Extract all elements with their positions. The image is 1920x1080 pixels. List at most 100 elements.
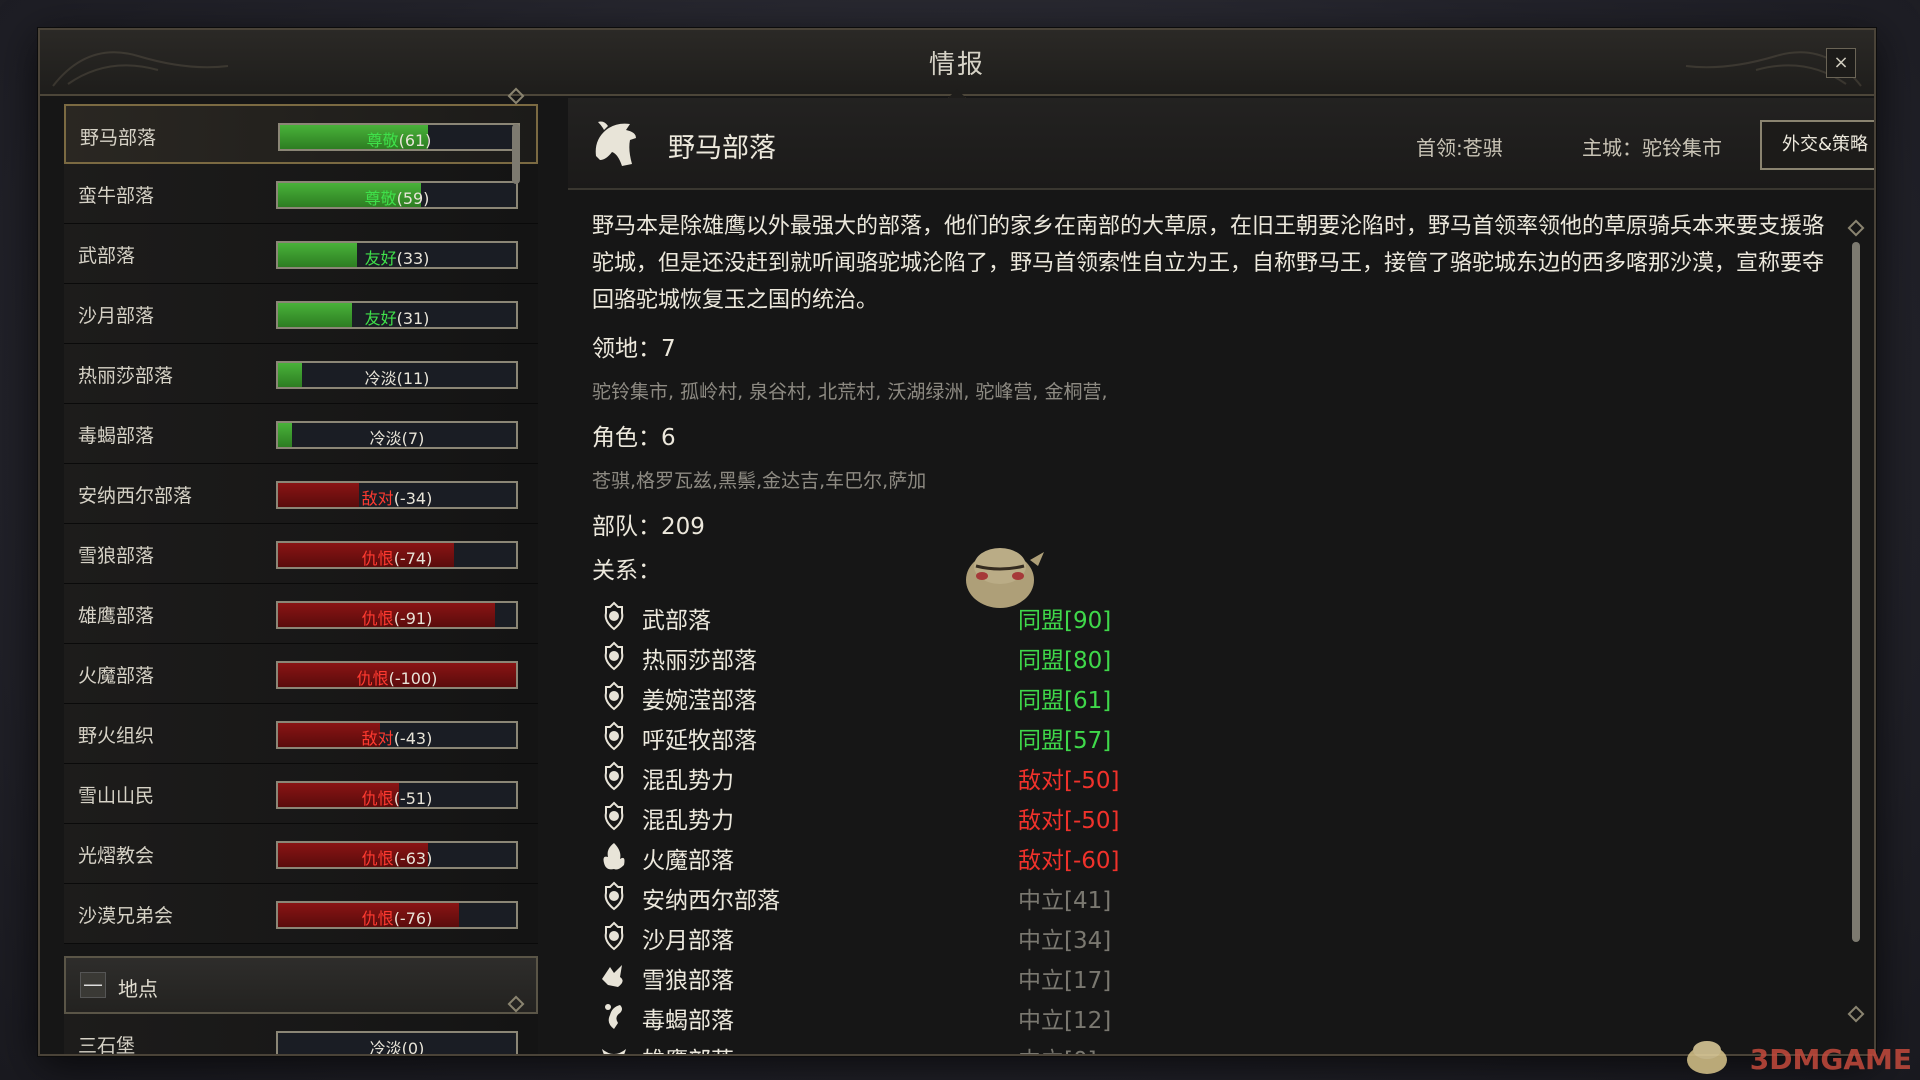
character-list: 苍骐,格罗瓦兹,黑鬃,金达吉,车巴尔,萨加 xyxy=(592,470,927,492)
tribe-name: 沙漠兄弟会 xyxy=(78,905,174,927)
scroll-thumb[interactable] xyxy=(512,124,520,184)
tribe-row[interactable]: 热丽莎部落 冷淡(11) xyxy=(64,344,538,404)
close-button[interactable]: × xyxy=(1826,48,1856,78)
diplomacy-strategy-button[interactable]: 外交&策略 xyxy=(1760,120,1874,170)
tribe-row[interactable]: 沙漠兄弟会 仇恨(-76) xyxy=(64,884,538,944)
relation-value: (-34) xyxy=(393,489,433,508)
scroll-down-icon[interactable] xyxy=(507,995,525,1013)
relations-list: 武部落 同盟[90] 热丽莎部落 同盟[80] 姜婉滢部落 同盟[61] 呼延牧部落 同盟[5… xyxy=(592,597,1832,1054)
relation-value: (31) xyxy=(396,309,430,328)
tribe-name: 安纳西尔部落 xyxy=(78,485,193,507)
relation-value: (7) xyxy=(401,429,425,448)
relation-standing: 中立[34] xyxy=(1018,928,1112,954)
relation-value: (-43) xyxy=(393,729,433,748)
relation-label: 仇恨(-74) xyxy=(278,545,516,569)
scorpion-icon xyxy=(605,1004,622,1029)
relation-bar: 敌对(-43) xyxy=(276,721,518,749)
tribe-name: 雪狼部落 xyxy=(78,545,155,567)
tribe-row[interactable]: 安纳西尔部落 敌对(-34) xyxy=(64,464,538,524)
watermark-bird-icon xyxy=(1687,1041,1727,1074)
territory-count: 领地：7 xyxy=(592,336,676,362)
tribe-name: 雪山山民 xyxy=(78,785,155,807)
tribe-crest-icon xyxy=(604,881,624,911)
tribe-row[interactable]: 光熠教会 仇恨(-63) xyxy=(64,824,538,884)
tribe-crest-icon xyxy=(604,641,624,671)
relation-status: 仇恨 xyxy=(361,609,394,628)
tribe-crest-icon xyxy=(604,721,624,751)
relation-label: 冷淡(7) xyxy=(278,425,516,449)
tribe-name: 热丽莎部落 xyxy=(78,365,174,387)
tribe-row[interactable]: 野火组织 敌对(-43) xyxy=(64,704,538,764)
tribe-row[interactable]: 武部落 友好(33) xyxy=(64,224,538,284)
scroll-down-icon[interactable] xyxy=(1847,1005,1865,1023)
relation-tribe-name: 火魔部落 xyxy=(642,848,734,874)
relation-tribe-name: 雄鹰部落 xyxy=(642,1041,734,1054)
tribe-description: 野马本是除雄鹰以外最强大的部落，他们的家乡在南部的大草原，在旧王朝要沦陷时，野马… xyxy=(592,214,1825,313)
relation-label: 友好(31) xyxy=(278,305,516,329)
tribe-list: 野马部落 尊敬(61) 蛮牛部落 尊敬(59) 武部落 友好(33) 沙月部落 友好(31) 热… xyxy=(64,104,538,1054)
relation-value: (61) xyxy=(398,131,432,150)
relation-row[interactable]: 混乱势力 敌对[-50] xyxy=(592,797,1832,837)
tribe-row[interactable]: 蛮牛部落 尊敬(59) xyxy=(64,164,538,224)
relation-bar: 友好(31) xyxy=(276,301,518,329)
detail-scrollbar[interactable] xyxy=(1847,219,1865,1023)
relation-row[interactable]: 呼延牧部落 同盟[57] xyxy=(592,717,1832,757)
relation-standing: 敌对[-50] xyxy=(1018,808,1120,834)
relation-label: 冷淡(0) xyxy=(278,1035,516,1054)
collapse-icon[interactable]: — xyxy=(80,972,106,998)
relation-bar: 仇恨(-100) xyxy=(276,661,518,689)
relation-label: 尊敬(61) xyxy=(280,127,518,151)
tribe-row[interactable]: 雪狼部落 仇恨(-74) xyxy=(64,524,538,584)
relation-tribe-name: 混乱势力 xyxy=(642,808,734,834)
tribe-row[interactable]: 野马部落 尊敬(61) xyxy=(64,104,538,164)
tribe-row[interactable]: 雄鹰部落 仇恨(-91) xyxy=(64,584,538,644)
relation-status: 仇恨 xyxy=(356,669,389,688)
section-label: 地点 xyxy=(118,977,158,1001)
tribe-list-scrollbar[interactable] xyxy=(507,87,525,1013)
title-bar: 情报 × xyxy=(40,30,1874,96)
relation-status: 冷淡 xyxy=(369,1039,402,1054)
relation-label: 仇恨(-76) xyxy=(278,905,516,929)
tribe-name: 雄鹰部落 xyxy=(78,605,155,627)
relation-row[interactable]: 姜婉滢部落 同盟[61] xyxy=(592,677,1832,717)
relation-bar: 尊敬(59) xyxy=(276,181,518,209)
tribe-row[interactable]: 沙月部落 友好(31) xyxy=(64,284,538,344)
scroll-thumb[interactable] xyxy=(1852,242,1860,942)
tribe-crest-icon xyxy=(604,761,624,791)
relation-row[interactable]: 安纳西尔部落 中立[41] xyxy=(592,877,1832,917)
tribe-row[interactable]: 火魔部落 仇恨(-100) xyxy=(64,644,538,704)
locations-section-header[interactable]: — 地点 xyxy=(64,956,538,1014)
relation-label: 仇恨(-100) xyxy=(278,665,516,689)
relation-row[interactable]: 火魔部落 敌对[-60] xyxy=(592,837,1832,877)
relation-value: (-74) xyxy=(393,549,433,568)
relation-standing: 中立[0] xyxy=(1018,1041,1097,1054)
detail-tribe-name: 野马部落 xyxy=(668,133,776,164)
relation-row[interactable]: 沙月部落 中立[34] xyxy=(592,917,1832,957)
relation-standing: 敌对[-60] xyxy=(1018,848,1120,874)
relation-status: 仇恨 xyxy=(361,789,394,808)
scroll-up-icon[interactable] xyxy=(1847,219,1865,237)
relation-status: 尊敬 xyxy=(366,131,399,150)
mascot-bird-icon xyxy=(966,548,1044,608)
relation-row[interactable]: 武部落 同盟[90] xyxy=(592,597,1832,637)
location-row[interactable]: 三石堡 冷淡(0) xyxy=(64,1014,538,1054)
tribe-crest-icon xyxy=(604,681,624,711)
tribe-name: 沙月部落 xyxy=(78,305,155,327)
relation-status: 冷淡 xyxy=(364,369,397,388)
relation-row[interactable]: 毒蝎部落 中立[12] xyxy=(592,997,1832,1037)
relation-row[interactable]: 混乱势力 敌对[-50] xyxy=(592,757,1832,797)
relation-row[interactable]: 雄鹰部落 中立[0] xyxy=(592,1037,1832,1054)
location-name: 三石堡 xyxy=(78,1035,136,1054)
horse-head-icon xyxy=(595,121,636,166)
tribe-row[interactable]: 毒蝎部落 冷淡(7) xyxy=(64,404,538,464)
intel-window: 情报 × 野马部落 尊敬(61) 蛮牛部落 尊敬(59) 武部落 友好(33) 沙月部落 友好… xyxy=(38,28,1876,1056)
tribe-row[interactable]: 雪山山民 仇恨(-51) xyxy=(64,764,538,824)
capital-label: 主城：驼铃集市 xyxy=(1582,136,1722,160)
scroll-up-icon[interactable] xyxy=(507,87,525,105)
detail-header: 野马部落 首领:苍骐 主城：驼铃集市 外交&策略 xyxy=(568,98,1874,190)
relation-row[interactable]: 热丽莎部落 同盟[80] xyxy=(592,637,1832,677)
window-title: 情报 xyxy=(928,50,985,80)
relation-row[interactable]: 雪狼部落 中立[17] xyxy=(592,957,1832,997)
leader-label: 首领:苍骐 xyxy=(1416,136,1503,160)
tribe-crest-icon xyxy=(604,801,624,831)
